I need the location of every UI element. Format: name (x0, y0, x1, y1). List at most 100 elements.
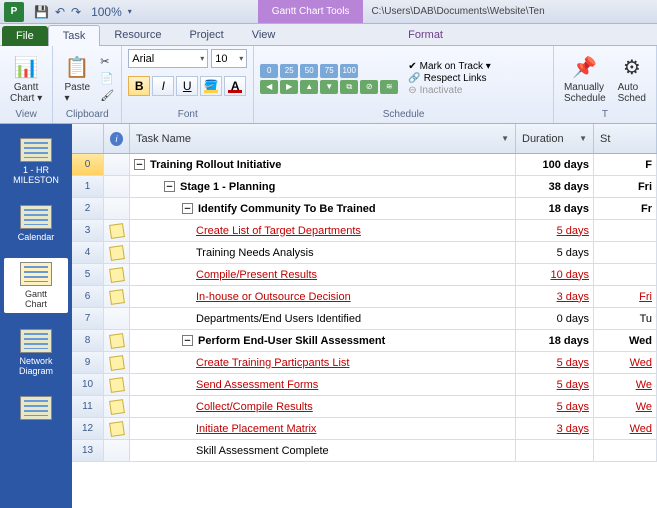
start-cell[interactable]: We (594, 396, 657, 417)
cut-icon[interactable]: ✂ (99, 54, 115, 69)
row-index[interactable]: 4 (72, 242, 104, 263)
table-row[interactable]: 5Compile/Present Results10 days (72, 264, 657, 286)
start-cell[interactable]: F (594, 154, 657, 175)
respect-links-button[interactable]: 🔗Respect Links (408, 73, 491, 84)
tab-format[interactable]: Format (394, 25, 457, 45)
copy-icon[interactable]: 📄 (99, 71, 115, 86)
manually-schedule-button[interactable]: 📌 Manually Schedule (560, 52, 610, 105)
qat-more-icon[interactable]: ▾ (128, 7, 132, 16)
task-name-cell[interactable]: Training Needs Analysis (130, 242, 516, 263)
indent-icon[interactable]: ▶ (280, 80, 298, 94)
row-indicator[interactable] (104, 308, 130, 329)
row-indicator[interactable] (104, 286, 130, 307)
duration-cell[interactable]: 5 days (516, 374, 594, 395)
italic-button[interactable]: I (152, 76, 174, 96)
duration-cell[interactable]: 18 days (516, 330, 594, 351)
row-indicator[interactable] (104, 242, 130, 263)
row-indicator[interactable] (104, 176, 130, 197)
row-index[interactable]: 13 (72, 440, 104, 461)
start-cell[interactable]: We (594, 374, 657, 395)
task-name-cell[interactable]: Compile/Present Results (130, 264, 516, 285)
progress-50-icon[interactable]: 50 (300, 64, 318, 78)
inactivate-button[interactable]: ⊖Inactivate (408, 85, 491, 96)
unlink-icon[interactable]: ⊘ (360, 80, 378, 94)
progress-25-icon[interactable]: 25 (280, 64, 298, 78)
start-cell[interactable] (594, 242, 657, 263)
row-indicator[interactable] (104, 220, 130, 241)
duration-cell[interactable]: 3 days (516, 286, 594, 307)
table-row[interactable]: 11Collect/Compile Results5 daysWe (72, 396, 657, 418)
table-row[interactable]: 9Create Training Particpants List5 daysW… (72, 352, 657, 374)
row-index[interactable]: 6 (72, 286, 104, 307)
duration-cell[interactable]: 100 days (516, 154, 594, 175)
mark-on-track-button[interactable]: ✔Mark on Track ▾ (408, 61, 491, 72)
start-cell[interactable]: Wed (594, 352, 657, 373)
header-index[interactable] (72, 124, 104, 153)
table-row[interactable]: 6 In-house or Outsource Decision3 daysFri (72, 286, 657, 308)
progress-75-icon[interactable]: 75 (320, 64, 338, 78)
row-index[interactable]: 11 (72, 396, 104, 417)
task-name-cell[interactable]: In-house or Outsource Decision (130, 286, 516, 307)
header-start[interactable]: St (594, 124, 657, 153)
outdent-icon[interactable]: ◀ (260, 80, 278, 94)
start-cell[interactable]: Tu (594, 308, 657, 329)
task-name-cell[interactable]: −Training Rollout Initiative (130, 154, 516, 175)
header-task-name[interactable]: Task Name▼ (130, 124, 516, 153)
underline-button[interactable]: U (176, 76, 198, 96)
start-cell[interactable]: Fri (594, 286, 657, 307)
row-indicator[interactable] (104, 264, 130, 285)
task-name-cell[interactable]: −Perform End-User Skill Assessment (130, 330, 516, 351)
tab-resource[interactable]: Resource (100, 25, 175, 45)
duration-cell[interactable] (516, 440, 594, 461)
move-up-icon[interactable]: ▲ (300, 80, 318, 94)
start-cell[interactable] (594, 440, 657, 461)
table-row[interactable]: 0−Training Rollout Initiative100 daysF (72, 154, 657, 176)
move-down-icon[interactable]: ▼ (320, 80, 338, 94)
task-name-cell[interactable]: −Identify Community To Be Trained (130, 198, 516, 219)
zoom-indicator[interactable]: 100% (91, 5, 122, 19)
table-row[interactable]: 4 Training Needs Analysis5 days (72, 242, 657, 264)
duration-cell[interactable]: 10 days (516, 264, 594, 285)
collapse-toggle-icon[interactable]: − (134, 159, 145, 170)
table-row[interactable]: 7Departments/End Users Identified0 daysT… (72, 308, 657, 330)
start-cell[interactable]: Fr (594, 198, 657, 219)
viewbar-milestones[interactable]: 1 - HR MILESTON (4, 134, 68, 189)
row-index[interactable]: 1 (72, 176, 104, 197)
header-duration[interactable]: Duration▼ (516, 124, 594, 153)
redo-icon[interactable]: ↷ (71, 5, 81, 19)
tab-file[interactable]: File (2, 26, 48, 46)
viewbar-calendar[interactable]: Calendar (4, 201, 68, 246)
row-index[interactable]: 7 (72, 308, 104, 329)
row-index[interactable]: 9 (72, 352, 104, 373)
viewbar-gantt[interactable]: Gantt Chart (4, 258, 68, 313)
auto-schedule-button[interactable]: ⚙ Auto Sched (614, 52, 650, 105)
row-indicator[interactable] (104, 330, 130, 351)
bold-button[interactable]: B (128, 76, 150, 96)
chevron-down-icon[interactable]: ▼ (501, 134, 509, 143)
split-icon[interactable]: ≋ (380, 80, 398, 94)
header-info[interactable]: i (104, 124, 130, 153)
format-painter-icon[interactable]: 🖌 (99, 88, 115, 103)
font-color-button[interactable]: A (224, 76, 246, 96)
row-indicator[interactable] (104, 154, 130, 175)
start-cell[interactable]: Fri (594, 176, 657, 197)
task-name-cell[interactable]: Create List of Target Departments (130, 220, 516, 241)
row-indicator[interactable] (104, 374, 130, 395)
row-indicator[interactable] (104, 198, 130, 219)
progress-0-icon[interactable]: 0 (260, 64, 278, 78)
duration-cell[interactable]: 5 days (516, 220, 594, 241)
table-row[interactable]: 10Send Assessment Forms5 daysWe (72, 374, 657, 396)
gantt-chart-button[interactable]: 📊 Gantt Chart ▾ (6, 52, 46, 105)
duration-cell[interactable]: 5 days (516, 242, 594, 263)
undo-icon[interactable]: ↶ (55, 5, 65, 19)
task-name-cell[interactable]: Create Training Particpants List (130, 352, 516, 373)
task-name-cell[interactable]: −Stage 1 - Planning (130, 176, 516, 197)
start-cell[interactable]: Wed (594, 418, 657, 439)
viewbar-network[interactable]: Network Diagram (4, 325, 68, 380)
duration-cell[interactable]: 18 days (516, 198, 594, 219)
row-indicator[interactable] (104, 396, 130, 417)
row-index[interactable]: 10 (72, 374, 104, 395)
collapse-toggle-icon[interactable]: − (182, 335, 193, 346)
table-row[interactable]: 12Initiate Placement Matrix3 daysWed (72, 418, 657, 440)
task-name-cell[interactable]: Skill Assessment Complete (130, 440, 516, 461)
